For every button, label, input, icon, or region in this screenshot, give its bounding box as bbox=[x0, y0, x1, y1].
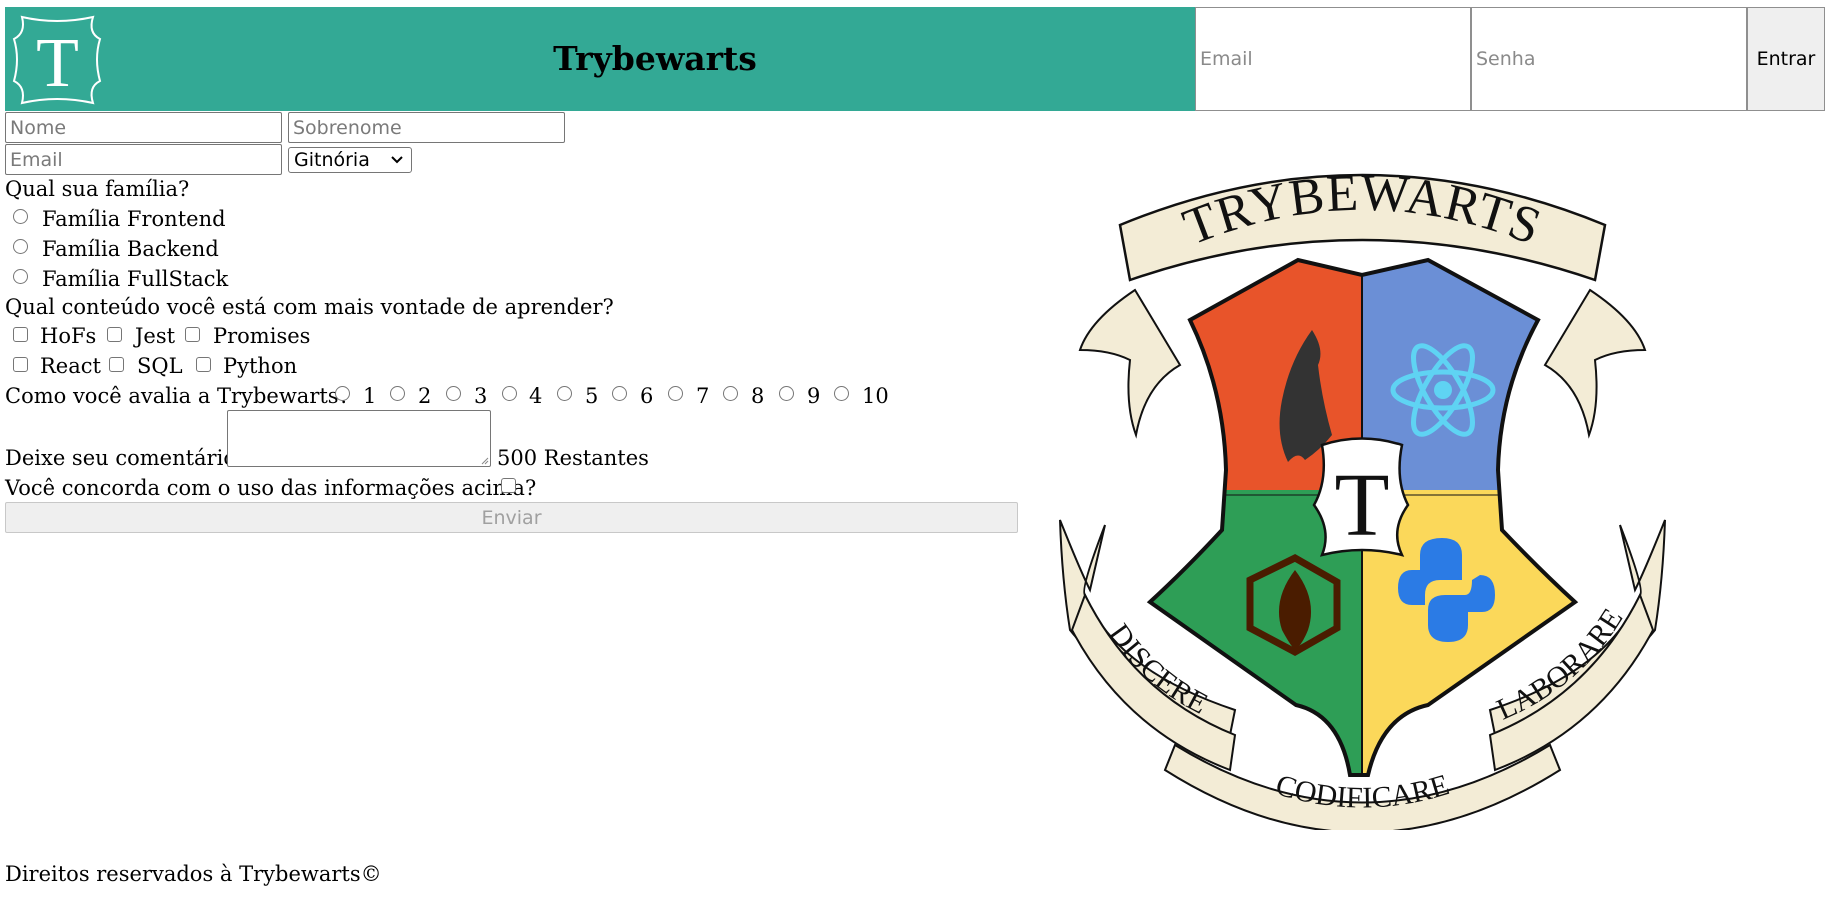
submit-button[interactable]: Enviar bbox=[5, 502, 1018, 533]
login-button[interactable]: Entrar bbox=[1747, 7, 1825, 111]
family-radio-frontend[interactable] bbox=[13, 209, 28, 224]
chevron-down-icon bbox=[391, 156, 403, 164]
lastname-input[interactable] bbox=[288, 112, 565, 143]
subject-label-python: Python bbox=[223, 354, 298, 378]
login-password-input[interactable] bbox=[1471, 7, 1747, 111]
rating-radio-8[interactable] bbox=[723, 386, 738, 401]
footer-copyright: Direitos reservados à Trybewarts© bbox=[5, 862, 382, 886]
resize-grip-icon[interactable] bbox=[481, 457, 489, 465]
house-select-value: Gitnória bbox=[294, 149, 370, 171]
family-label-frontend: Família Frontend bbox=[42, 207, 226, 231]
center-plaque: T bbox=[1312, 437, 1410, 557]
comment-label: Deixe seu comentário: bbox=[5, 446, 244, 470]
rating-radio-2[interactable] bbox=[390, 386, 405, 401]
agreement-checkbox[interactable] bbox=[501, 478, 516, 493]
crest-center-letter: T bbox=[1335, 456, 1390, 555]
rating-label-5: 5 bbox=[585, 384, 599, 408]
subject-checkbox-react[interactable] bbox=[13, 357, 28, 372]
subject-checkbox-hofs[interactable] bbox=[13, 327, 28, 342]
family-label-backend: Família Backend bbox=[42, 237, 219, 261]
family-label-fullstack: Família FullStack bbox=[42, 267, 229, 291]
page-title: Trybewarts bbox=[553, 39, 757, 78]
subject-checkbox-sql[interactable] bbox=[109, 357, 124, 372]
svg-text:TRYBEWARTS: TRYBEWARTS bbox=[1176, 164, 1549, 256]
rating-label-7: 7 bbox=[696, 384, 710, 408]
rating-label-8: 8 bbox=[751, 384, 765, 408]
rating-label-9: 9 bbox=[807, 384, 821, 408]
rating-label-2: 2 bbox=[418, 384, 432, 408]
rating-radio-9[interactable] bbox=[779, 386, 794, 401]
family-question: Qual sua família? bbox=[5, 177, 190, 201]
subject-label-sql: SQL bbox=[137, 354, 183, 378]
house-select[interactable]: Gitnória bbox=[288, 147, 412, 173]
rating-radio-5[interactable] bbox=[557, 386, 572, 401]
subject-checkbox-python[interactable] bbox=[196, 357, 211, 372]
rating-radio-3[interactable] bbox=[446, 386, 461, 401]
rating-radio-4[interactable] bbox=[502, 386, 517, 401]
family-radio-fullstack[interactable] bbox=[13, 269, 28, 284]
subject-checkbox-promises[interactable] bbox=[185, 327, 200, 342]
rating-label-4: 4 bbox=[529, 384, 543, 408]
crest-top-text: TRYBEWARTS bbox=[1176, 164, 1548, 256]
subject-label-react: React bbox=[40, 354, 101, 378]
rating-radio-1[interactable] bbox=[335, 386, 350, 401]
rating-label-1: 1 bbox=[363, 384, 377, 408]
rating-label-10: 10 bbox=[862, 384, 889, 408]
rating-radio-6[interactable] bbox=[612, 386, 627, 401]
subject-label-jest: Jest bbox=[135, 324, 176, 348]
rate-question: Como você avalia a Trybewarts? bbox=[5, 384, 350, 408]
rating-radio-10[interactable] bbox=[834, 386, 849, 401]
name-input[interactable] bbox=[5, 112, 282, 143]
site-header: T Trybewarts Entrar bbox=[5, 7, 1827, 111]
rating-label-6: 6 bbox=[640, 384, 654, 408]
agreement-label: Você concorda com o uso das informações … bbox=[5, 476, 537, 500]
character-counter: 500 Restantes bbox=[497, 446, 649, 470]
email-input[interactable] bbox=[5, 144, 282, 175]
family-radio-backend[interactable] bbox=[13, 239, 28, 254]
subject-checkbox-jest[interactable] bbox=[107, 327, 122, 342]
rating-radio-7[interactable] bbox=[668, 386, 683, 401]
rating-label-3: 3 bbox=[474, 384, 488, 408]
subject-label-hofs: HoFs bbox=[40, 324, 97, 348]
subject-label-promises: Promises bbox=[213, 324, 311, 348]
comment-textarea[interactable] bbox=[227, 410, 491, 467]
trybewarts-crest-image: TRYBEWARTS DISCERE CODIFICARE LABORARE T bbox=[1059, 164, 1666, 830]
content-question: Qual conteúdo você está com mais vontade… bbox=[5, 295, 614, 319]
header-banner: T Trybewarts bbox=[5, 7, 1195, 111]
